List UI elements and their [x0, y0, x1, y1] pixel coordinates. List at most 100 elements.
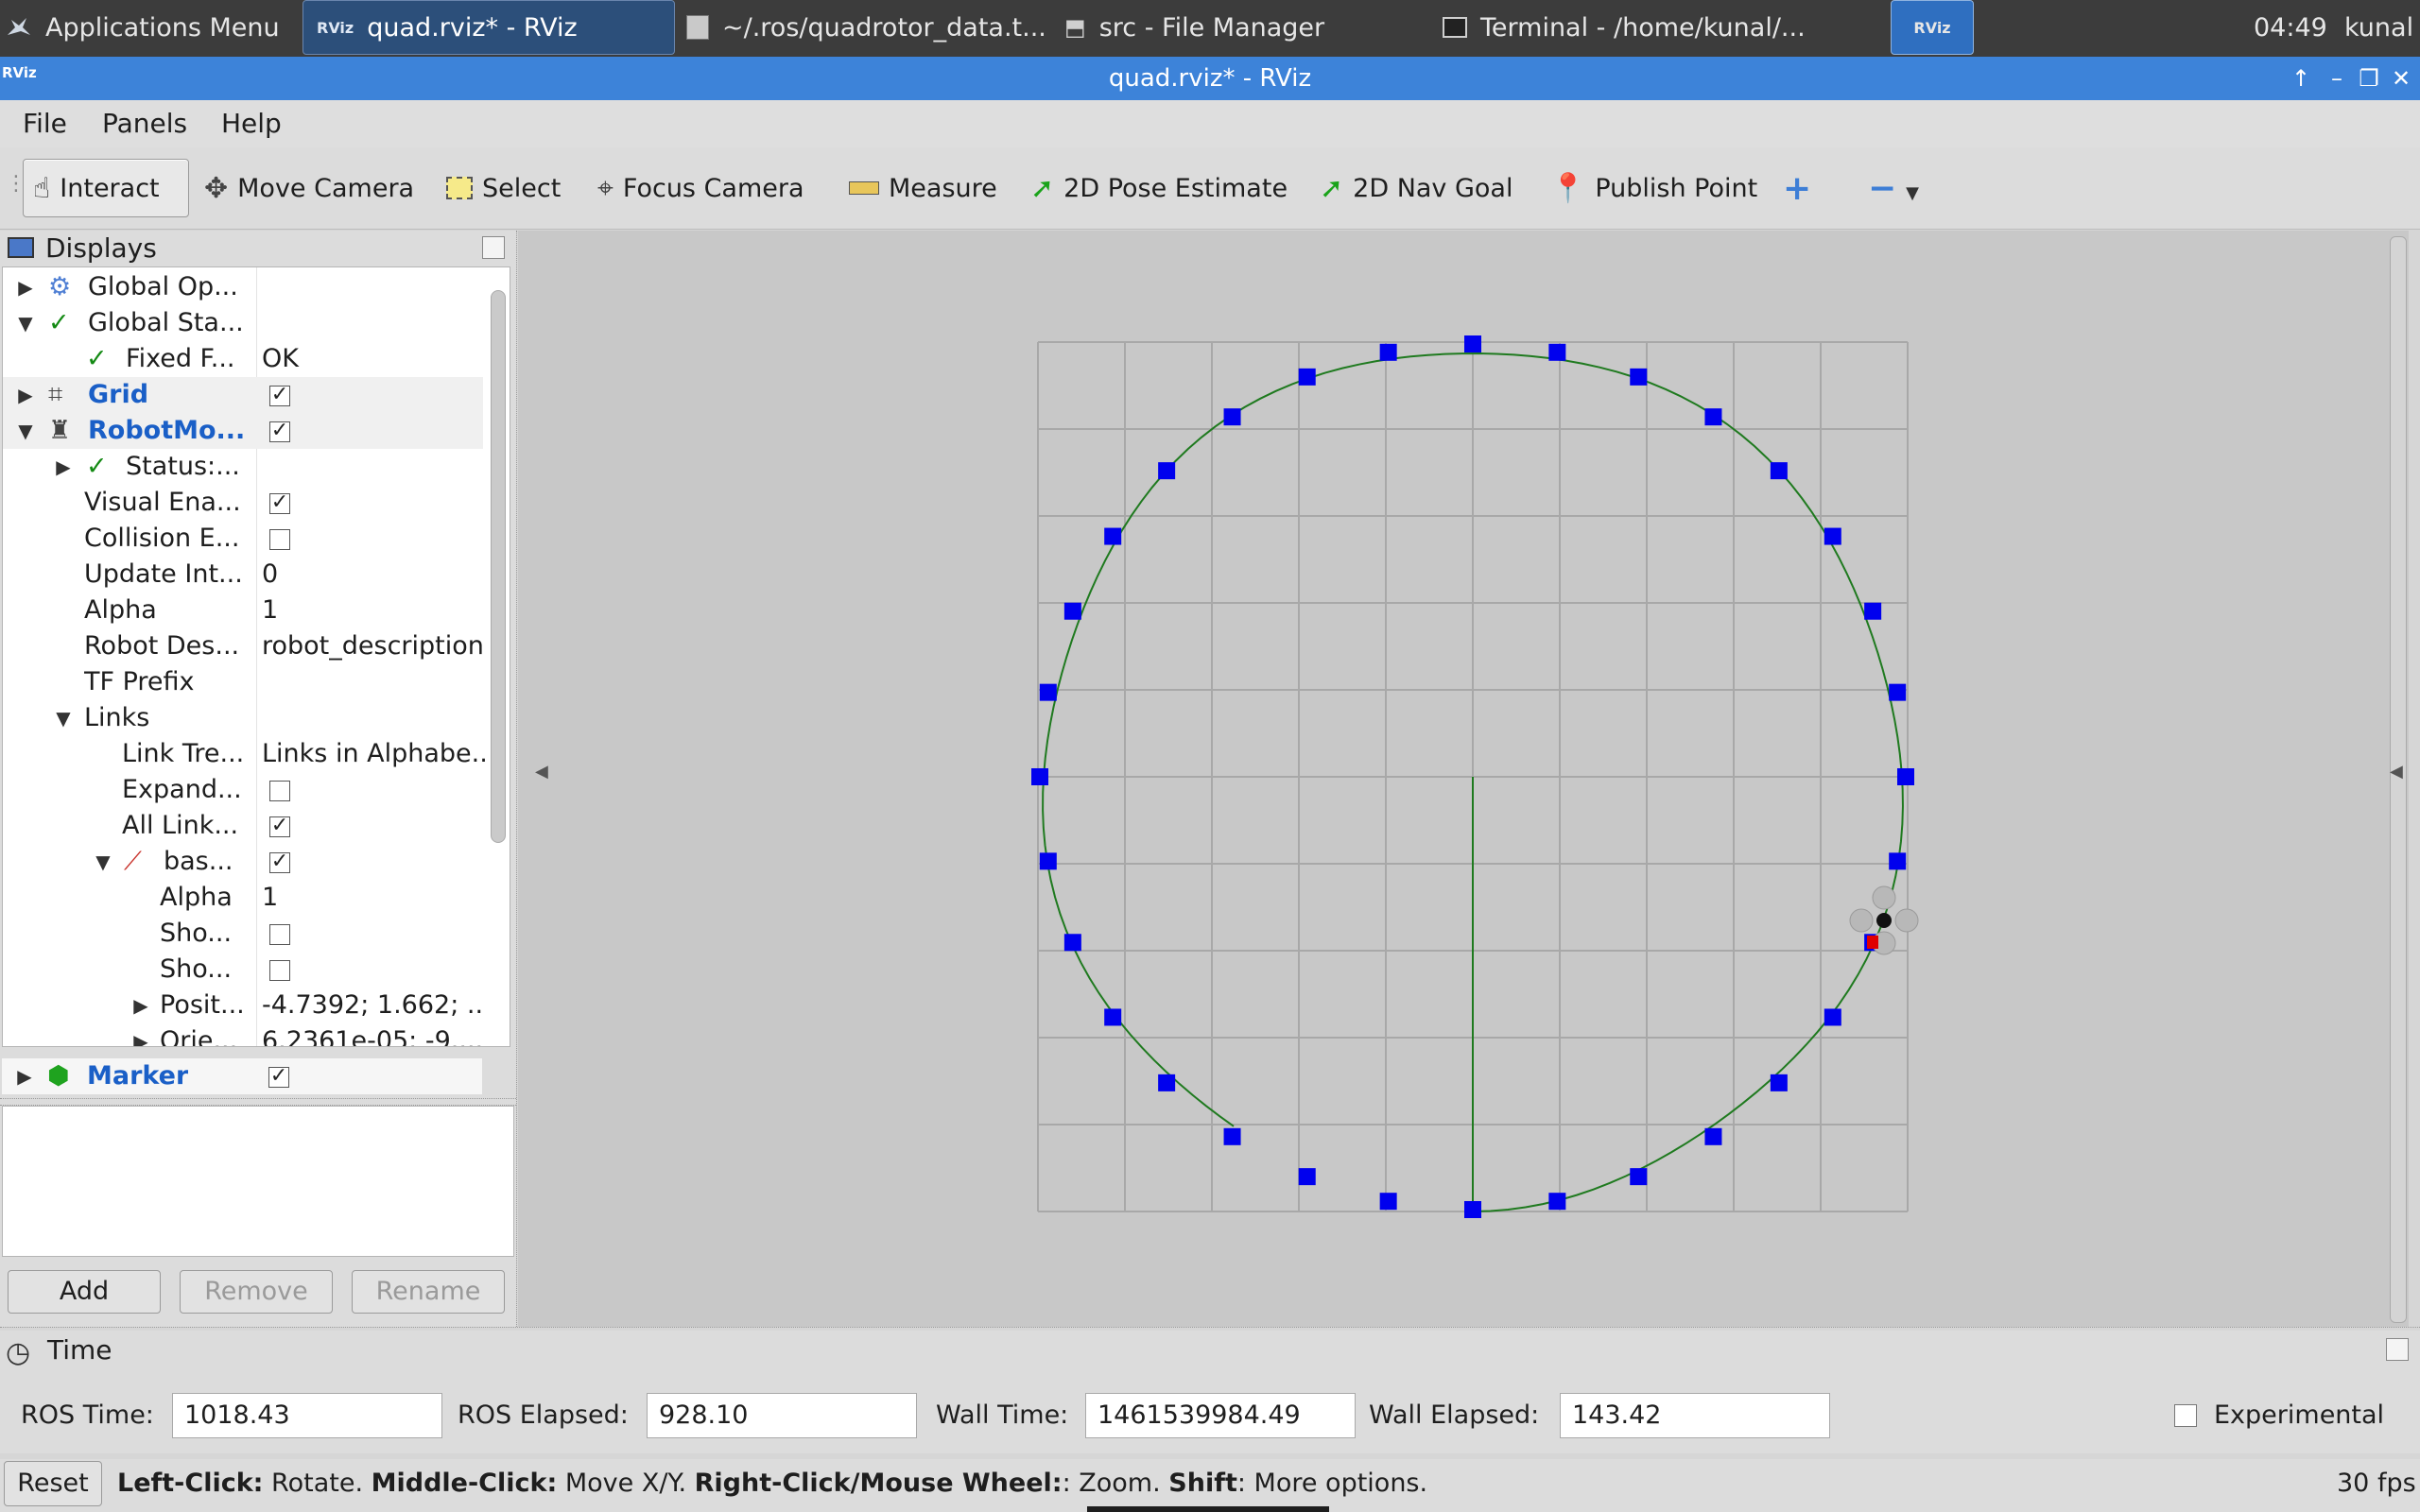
tree-row-collision-enabled[interactable]: Collision E... — [3, 521, 483, 557]
tool-publish-point[interactable]: 📍 Publish Point — [1541, 159, 1767, 217]
tool-interact[interactable]: ☝ Interact — [23, 159, 189, 217]
tree-row-link-alpha[interactable]: Alpha 1 — [3, 880, 483, 916]
tree-row-orientation[interactable]: ▶ Orie... 6.2361e-05; -9.... — [3, 1023, 483, 1046]
collapse-arrow-icon[interactable]: ▼ — [54, 700, 73, 736]
tree-scrollbar[interactable] — [491, 273, 506, 1029]
visual-enabled-checkbox[interactable]: ✓ — [269, 492, 290, 514]
add-display-button[interactable]: Add — [8, 1270, 161, 1314]
tool-2d-nav-goal[interactable]: ➚ 2D Nav Goal — [1310, 159, 1522, 217]
tree-row-update-interval[interactable]: Update Int... 0 — [3, 557, 483, 593]
waypoint-marker — [1548, 1193, 1566, 1211]
tree-row-show-axes[interactable]: Sho... — [3, 916, 483, 952]
row-value[interactable]: 0 — [262, 557, 485, 593]
workspace-switcher[interactable]: RViz — [1891, 0, 1974, 55]
clock[interactable]: 04:49 — [2254, 0, 2327, 55]
menu-panels[interactable]: Panels — [102, 100, 187, 147]
row-value[interactable]: 1 — [262, 880, 485, 916]
tool-move-camera[interactable]: ✥ Move Camera — [195, 159, 424, 217]
show-axes-checkbox[interactable] — [269, 924, 290, 945]
displays-header: Displays — [0, 231, 516, 265]
tool-measure[interactable]: Measure — [839, 159, 1007, 217]
rename-display-button[interactable]: Rename — [352, 1270, 505, 1314]
expand-arrow-icon[interactable]: ▶ — [16, 377, 35, 413]
collapse-left-panel-icon[interactable]: ◀ — [535, 762, 548, 782]
waypoint-marker — [1464, 1201, 1481, 1218]
wall-time-field[interactable]: 1461539984.49 — [1085, 1393, 1356, 1438]
expand-arrow-icon[interactable]: ▶ — [131, 1023, 150, 1046]
keep-above-icon[interactable]: ↑ — [2286, 57, 2316, 100]
menu-file[interactable]: File — [23, 100, 67, 147]
collision-enabled-checkbox[interactable] — [269, 529, 290, 550]
base-link-enabled-checkbox[interactable]: ✓ — [269, 851, 290, 873]
taskbar-window-editor[interactable]: ~/.ros/quadrotor_data.t... — [686, 0, 1051, 55]
selection-box-icon — [446, 177, 473, 199]
tree-row-visual-enabled[interactable]: Visual Ena... ✓ — [3, 485, 483, 521]
expand-arrow-icon[interactable]: ▶ — [131, 988, 150, 1023]
collapse-arrow-icon[interactable]: ▼ — [16, 305, 35, 341]
user-menu[interactable]: kunal — [2344, 0, 2413, 55]
tree-row-all-links-enabled[interactable]: All Link... ✓ — [3, 808, 483, 844]
tree-row-global-options[interactable]: ▶ ⚙ Global Op... — [3, 269, 483, 305]
taskbar-window-file-manager[interactable]: ⬒ src - File Manager — [1064, 0, 1424, 55]
tree-row-show-trail[interactable]: Sho... — [3, 952, 483, 988]
tree-row-position[interactable]: ▶ Posit... -4.7392; 1.662; ... — [3, 988, 485, 1023]
tree-row-robot-description[interactable]: Robot Des... robot_description — [3, 628, 485, 664]
taskbar-window-terminal[interactable]: Terminal - /home/kunal/... — [1443, 0, 1806, 55]
render-view-3d[interactable]: ◀ ◀ — [518, 231, 2409, 1327]
tree-row-expand-link-details[interactable]: Expand... — [3, 772, 483, 808]
ros-time-field[interactable]: 1018.43 — [172, 1393, 442, 1438]
minimize-icon[interactable]: – — [2322, 57, 2352, 100]
tree-row-grid[interactable]: ▶ ⌗ Grid ✓ — [3, 377, 483, 413]
tree-row-links[interactable]: ▼ Links — [3, 700, 483, 736]
maximize-icon[interactable]: ❐ — [2354, 57, 2384, 100]
tool-2d-pose-estimate[interactable]: ➚ 2D Pose Estimate — [1021, 159, 1297, 217]
collapse-right-panel-icon[interactable]: ◀ — [2390, 762, 2403, 782]
panel-float-checkbox[interactable] — [482, 236, 505, 259]
applications-menu[interactable]: Applications Menu — [6, 0, 280, 55]
expand-link-details-checkbox[interactable] — [269, 781, 290, 801]
time-panel: ◷ Time ROS Time: 1018.43 ROS Elapsed: 92… — [0, 1331, 2420, 1453]
green-arrow-icon: ➚ — [1030, 171, 1055, 205]
tree-row-base-link[interactable]: ▼ ⟋ bas... ✓ — [3, 844, 483, 880]
remove-display-button[interactable]: Remove — [180, 1270, 333, 1314]
experimental-checkbox[interactable] — [2174, 1404, 2197, 1427]
tree-row-tf-prefix[interactable]: TF Prefix — [3, 664, 483, 700]
right-dock-handle[interactable]: ◀ — [2388, 231, 2409, 1327]
panel-splitter[interactable] — [0, 1098, 516, 1106]
tool-select[interactable]: Select — [437, 159, 570, 217]
grid-enabled-checkbox[interactable]: ✓ — [269, 385, 290, 406]
all-links-enabled-checkbox[interactable]: ✓ — [269, 816, 290, 837]
tree-row-alpha[interactable]: Alpha 1 — [3, 593, 483, 628]
row-value[interactable]: Links in Alphabe... — [262, 736, 485, 772]
collapse-arrow-icon[interactable]: ▼ — [94, 844, 112, 880]
add-tool-button[interactable]: + — [1773, 159, 1821, 217]
window-titlebar[interactable]: RViz quad.rviz* - RViz ↑ – ❐ ✕ — [0, 57, 2420, 100]
row-value[interactable]: robot_description — [262, 628, 485, 664]
collapse-arrow-icon[interactable]: ▼ — [16, 413, 35, 449]
tree-row-robot-model[interactable]: ▼ ♜ RobotMo... ✓ — [3, 413, 483, 449]
robot-model-enabled-checkbox[interactable]: ✓ — [269, 421, 290, 442]
row-value[interactable]: 1 — [262, 593, 485, 628]
expand-arrow-icon[interactable]: ▶ — [54, 449, 73, 485]
menu-help[interactable]: Help — [221, 100, 282, 147]
reset-button[interactable]: Reset — [4, 1461, 102, 1506]
tree-row-marker[interactable]: ▶ ⬢ Marker ✓ — [2, 1058, 482, 1094]
render-scene[interactable] — [518, 231, 2409, 1327]
show-trail-checkbox[interactable] — [269, 960, 290, 981]
tree-row-link-tree-style[interactable]: Link Tre... Links in Alphabe... — [3, 736, 485, 772]
tree-row-global-status[interactable]: ▼ ✓ Global Sta... — [3, 305, 483, 341]
tree-scrollbar-thumb[interactable] — [491, 290, 506, 843]
close-icon[interactable]: ✕ — [2386, 57, 2416, 100]
link-icon: ⟋ — [124, 847, 142, 876]
ros-elapsed-field[interactable]: 928.10 — [647, 1393, 917, 1438]
expand-arrow-icon[interactable]: ▶ — [15, 1058, 34, 1094]
tree-row-status[interactable]: ▶ ✓ Status:... — [3, 449, 483, 485]
time-panel-float-checkbox[interactable] — [2386, 1338, 2409, 1361]
tree-row-fixed-frame[interactable]: ✓ Fixed F... OK — [3, 341, 483, 377]
tool-focus-camera[interactable]: ⌖ Focus Camera — [588, 159, 814, 217]
expand-arrow-icon[interactable]: ▶ — [16, 269, 35, 305]
wall-elapsed-field[interactable]: 143.42 — [1560, 1393, 1830, 1438]
remove-tool-button[interactable]: − ▼ — [1858, 159, 1928, 217]
marker-enabled-checkbox[interactable]: ✓ — [268, 1066, 289, 1088]
taskbar-window-rviz[interactable]: RViz quad.rviz* - RViz — [302, 0, 675, 55]
